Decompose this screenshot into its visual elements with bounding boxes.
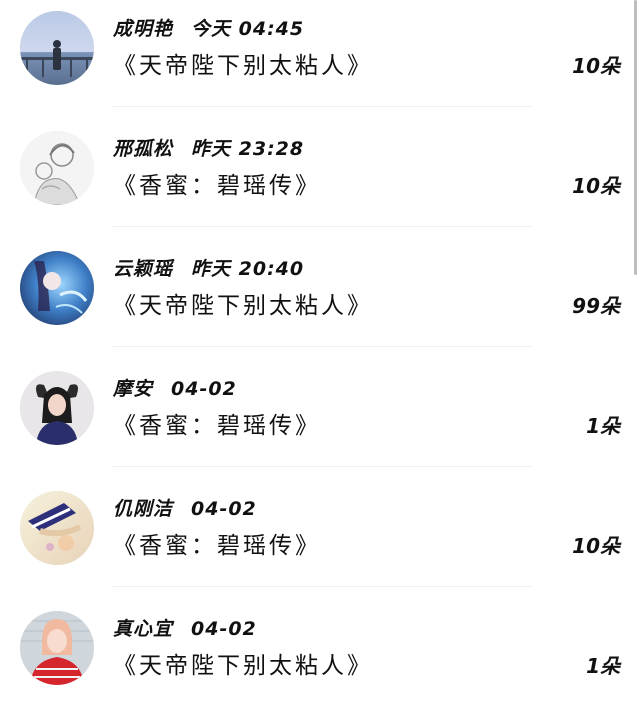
scrollbar[interactable] [634, 0, 637, 275]
user-name: 邢孤松 [113, 138, 174, 160]
divider [113, 106, 533, 107]
divider [113, 466, 533, 467]
flower-count: 99朵 [572, 294, 620, 318]
list-item[interactable]: 邢孤松 昨天 23:28 《香蜜：碧瑶传》 10朵 [0, 120, 640, 240]
user-name: 成明艳 [113, 18, 174, 40]
flower-count: 1朵 [586, 414, 620, 438]
flower-count: 10朵 [572, 174, 620, 198]
user-name: 真心宜 [113, 618, 174, 640]
timestamp: 昨天 23:28 [191, 138, 305, 160]
timestamp: 昨天 20:40 [191, 258, 305, 280]
book-title[interactable]: 《天帝陛下别太粘人》 [113, 286, 373, 320]
list-item[interactable]: 真心宜 04-02 《天帝陛下别太粘人》 1朵 [0, 600, 640, 720]
book-title[interactable]: 《香蜜：碧瑶传》 [113, 406, 321, 440]
timestamp: 04-02 [191, 498, 257, 520]
list-item[interactable]: 摩安 04-02 《香蜜：碧瑶传》 1朵 [0, 360, 640, 480]
book-title[interactable]: 《香蜜：碧瑶传》 [113, 166, 321, 200]
user-name: 仉刚洁 [113, 498, 174, 520]
avatar[interactable] [20, 251, 94, 325]
avatar[interactable] [20, 611, 94, 685]
avatar[interactable] [20, 491, 94, 565]
flower-count: 10朵 [572, 54, 620, 78]
book-title[interactable]: 《香蜜：碧瑶传》 [113, 526, 321, 560]
flower-count: 1朵 [586, 654, 620, 678]
book-title[interactable]: 《天帝陛下别太粘人》 [113, 46, 373, 80]
book-title[interactable]: 《天帝陛下别太粘人》 [113, 646, 373, 680]
user-name: 摩安 [113, 378, 154, 400]
divider [113, 226, 533, 227]
list-item[interactable]: 成明艳 今天 04:45 《天帝陛下别太粘人》 10朵 [0, 0, 640, 120]
list-item[interactable]: 云颖瑶 昨天 20:40 《天帝陛下别太粘人》 99朵 [0, 240, 640, 360]
divider [113, 346, 533, 347]
gift-record-list: 成明艳 今天 04:45 《天帝陛下别太粘人》 10朵 邢孤松 昨天 23:28 《… [0, 0, 640, 690]
avatar[interactable] [20, 371, 94, 445]
timestamp: 04-02 [191, 618, 257, 640]
timestamp: 今天 04:45 [191, 18, 305, 40]
flower-count: 10朵 [572, 534, 620, 558]
user-name: 云颖瑶 [113, 258, 174, 280]
divider [113, 586, 533, 587]
list-item[interactable]: 仉刚洁 04-02 《香蜜：碧瑶传》 10朵 [0, 480, 640, 600]
avatar[interactable] [20, 131, 94, 205]
avatar[interactable] [20, 11, 94, 85]
timestamp: 04-02 [171, 378, 237, 400]
